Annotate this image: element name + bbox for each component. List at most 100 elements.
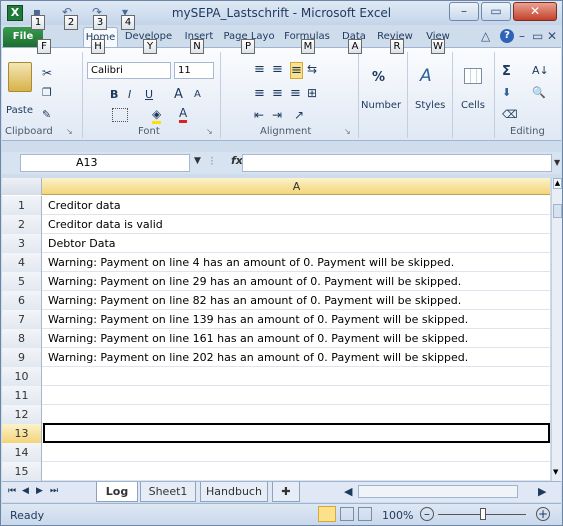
expand-formula-icon[interactable]: ▼ — [554, 158, 560, 167]
paste-icon[interactable] — [8, 62, 32, 92]
insert-sheet-icon[interactable]: ✚ — [272, 482, 300, 502]
sheet-tab-handbuch[interactable]: Handbuch — [200, 482, 268, 502]
alignment-launcher-icon[interactable]: ↘ — [344, 127, 351, 136]
row-header[interactable]: 4 — [2, 253, 42, 272]
table-row[interactable]: 13 — [2, 423, 550, 443]
row-header[interactable]: 6 — [2, 291, 42, 310]
row-header[interactable]: 3 — [2, 234, 42, 253]
merge-center-icon[interactable]: ⊞ — [307, 86, 317, 100]
table-row[interactable]: 3 Debtor Data — [2, 234, 550, 253]
cell-a[interactable]: Debtor Data — [48, 234, 116, 253]
cell-a[interactable]: Warning: Payment on line 202 has an amou… — [48, 348, 468, 367]
wrap-text-icon[interactable]: ⇆ — [307, 62, 317, 76]
split-box-icon[interactable]: ▲ — [553, 178, 562, 189]
orientation-icon[interactable]: ↗ — [294, 108, 304, 122]
increase-indent-icon[interactable]: ⇥ — [272, 108, 282, 122]
cell-a[interactable]: Creditor data — [48, 196, 121, 215]
table-row[interactable]: 14 — [2, 443, 550, 462]
table-row[interactable]: 7 Warning: Payment on line 139 has an amo… — [2, 310, 550, 329]
number-format-button[interactable]: Number — [361, 100, 401, 111]
cell-a[interactable]: Warning: Payment on line 29 has an amoun… — [48, 272, 461, 291]
styles-button[interactable]: Styles — [415, 100, 445, 111]
table-row[interactable]: 6 Warning: Payment on line 82 has an amou… — [2, 291, 550, 310]
row-header[interactable]: 8 — [2, 329, 42, 348]
paste-button[interactable]: Paste — [6, 105, 33, 116]
row-header[interactable]: 10 — [2, 367, 42, 386]
table-row[interactable]: 5 Warning: Payment on line 29 has an amou… — [2, 272, 550, 291]
ribbon-collapse-icon[interactable]: △ — [481, 29, 490, 43]
horizontal-scrollbar[interactable] — [358, 485, 518, 498]
zoom-level[interactable]: 100% — [382, 509, 413, 522]
row-header[interactable]: 5 — [2, 272, 42, 291]
sheet-tab-log[interactable]: Log — [96, 482, 138, 502]
font-launcher-icon[interactable]: ↘ — [206, 127, 213, 136]
font-color-icon[interactable]: A — [179, 106, 188, 123]
wb-close-icon[interactable]: ✕ — [547, 29, 557, 43]
row-header[interactable]: 15 — [2, 462, 42, 481]
row-header[interactable]: 11 — [2, 386, 42, 405]
font-name-select[interactable]: Calibri — [87, 62, 171, 79]
italic-button[interactable]: I — [128, 88, 131, 101]
last-sheet-icon[interactable]: ⏭ — [50, 486, 58, 496]
name-box[interactable]: A13 — [20, 154, 190, 172]
fill-color-icon[interactable]: ◈ — [152, 107, 162, 124]
sort-filter-icon[interactable]: A↓ — [532, 64, 549, 77]
worksheet-grid[interactable]: A 1 Creditor data 2 Creditor data is valid 3… — [2, 178, 550, 481]
cell-a[interactable]: Warning: Payment on line 139 has an amou… — [48, 310, 468, 329]
zoom-slider-thumb[interactable] — [480, 508, 486, 520]
align-left-icon[interactable]: ≡ — [254, 86, 265, 101]
next-sheet-icon[interactable]: ▶ — [36, 486, 43, 496]
align-bottom-icon[interactable]: ≡ — [290, 62, 303, 79]
table-row[interactable]: 2 Creditor data is valid — [2, 215, 550, 234]
hscroll-left-icon[interactable]: ◀ — [344, 485, 352, 498]
bold-button[interactable]: B — [110, 88, 118, 101]
align-right-icon[interactable]: ≡ — [290, 86, 301, 101]
find-select-icon[interactable]: 🔍 — [532, 86, 546, 99]
minimize-button[interactable]: – — [449, 2, 479, 21]
row-header[interactable]: 12 — [2, 405, 42, 424]
fill-icon[interactable]: ⬇ — [502, 86, 511, 99]
row-header[interactable]: 7 — [2, 310, 42, 329]
cells-icon[interactable] — [464, 68, 482, 84]
copy-icon[interactable]: ❐ — [42, 86, 52, 99]
styles-icon[interactable]: A — [420, 66, 432, 86]
align-middle-icon[interactable]: ≡ — [272, 62, 283, 77]
hscroll-right-icon[interactable]: ▶ — [538, 485, 546, 498]
help-icon[interactable]: ? — [500, 29, 514, 43]
name-box-dropdown-icon[interactable]: ▼ — [194, 156, 201, 166]
cell-a[interactable]: Warning: Payment on line 82 has an amoun… — [48, 291, 461, 310]
table-row[interactable]: 8 Warning: Payment on line 161 has an amo… — [2, 329, 550, 348]
format-painter-icon[interactable]: ✎ — [42, 108, 51, 121]
table-row[interactable]: 15 — [2, 462, 550, 481]
wb-minimize-icon[interactable]: – — [519, 29, 525, 43]
table-row[interactable]: 4 Warning: Payment on line 4 has an amoun… — [2, 253, 550, 272]
zoom-in-icon[interactable]: + — [536, 507, 550, 521]
cells-button[interactable]: Cells — [461, 100, 485, 111]
row-header[interactable]: 14 — [2, 443, 42, 462]
clipboard-launcher-icon[interactable]: ↘ — [66, 127, 73, 136]
table-row[interactable]: 9 Warning: Payment on line 202 has an amo… — [2, 348, 550, 367]
row-header[interactable]: 13 — [2, 424, 42, 443]
vertical-scrollbar[interactable]: ▲ ▼ — [551, 178, 562, 481]
formula-input[interactable] — [242, 154, 552, 172]
shrink-font-button[interactable]: A — [194, 89, 201, 100]
cell-a[interactable]: Warning: Payment on line 4 has an amount… — [48, 253, 454, 272]
borders-icon[interactable] — [112, 108, 128, 122]
font-size-select[interactable]: 11 — [174, 62, 214, 79]
cell-a[interactable]: Warning: Payment on line 161 has an amou… — [48, 329, 468, 348]
row-header[interactable]: 1 — [2, 196, 42, 215]
cell-a[interactable]: Creditor data is valid — [48, 215, 163, 234]
grow-font-button[interactable]: A — [174, 87, 183, 102]
first-sheet-icon[interactable]: ⏮ — [8, 486, 16, 496]
decrease-indent-icon[interactable]: ⇤ — [254, 108, 264, 122]
row-header[interactable]: 9 — [2, 348, 42, 367]
page-layout-view-icon[interactable] — [340, 507, 354, 521]
table-row[interactable]: 10 — [2, 367, 550, 386]
zoom-out-icon[interactable]: – — [420, 507, 434, 521]
normal-view-icon[interactable] — [318, 506, 336, 522]
align-top-icon[interactable]: ≡ — [254, 62, 265, 77]
underline-button[interactable]: U — [145, 88, 153, 101]
page-break-view-icon[interactable] — [358, 507, 372, 521]
scroll-down-icon[interactable]: ▼ — [553, 468, 558, 476]
column-header-a[interactable]: A — [43, 178, 550, 195]
